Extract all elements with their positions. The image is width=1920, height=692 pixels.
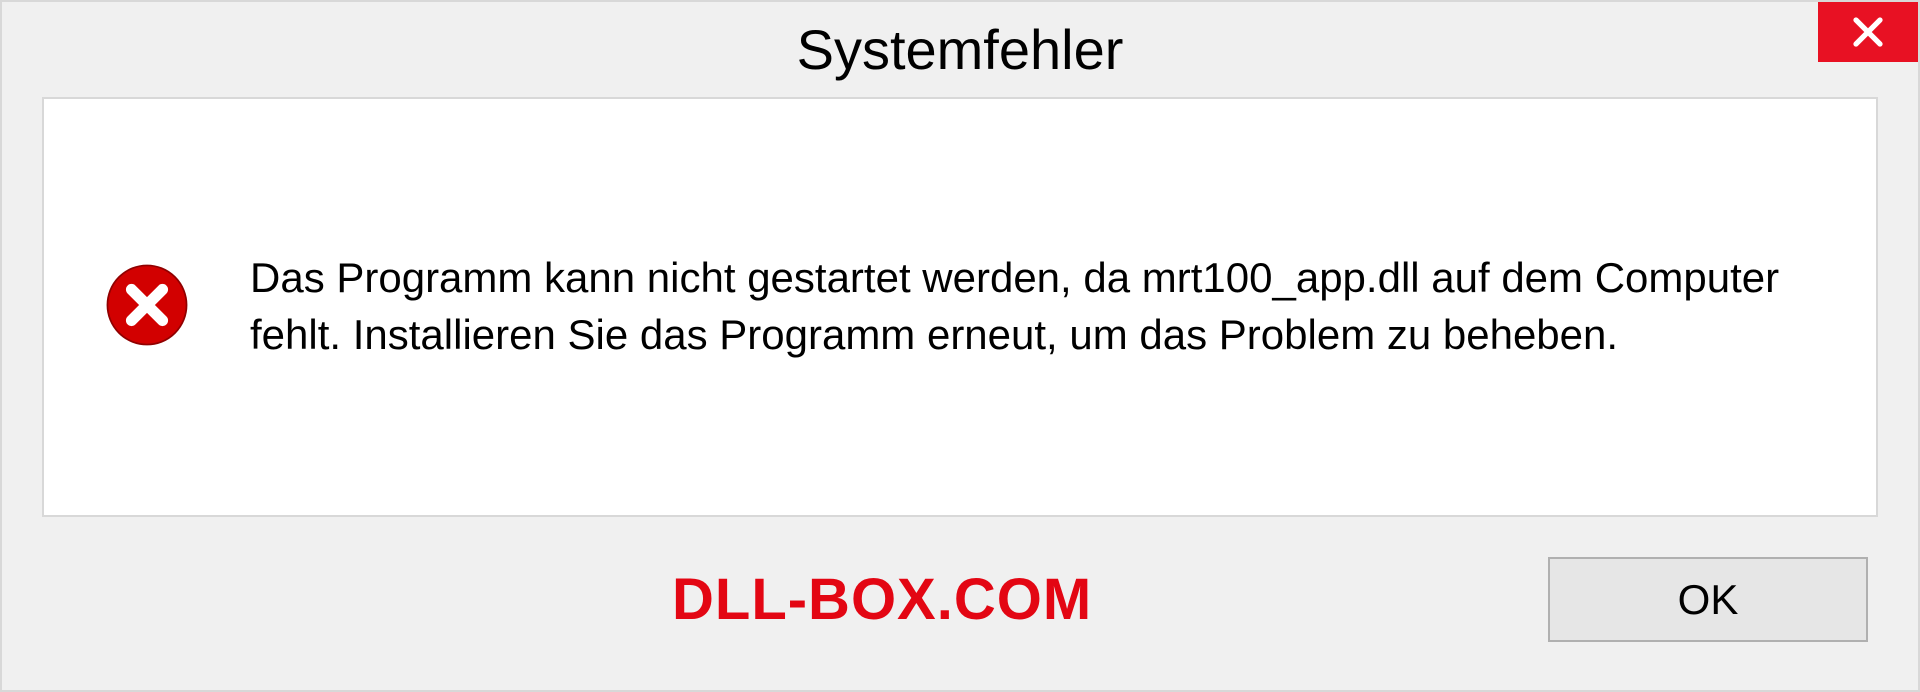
content-panel: Das Programm kann nicht gestartet werden… — [42, 97, 1878, 517]
error-message: Das Programm kann nicht gestartet werden… — [250, 250, 1816, 363]
titlebar: Systemfehler — [2, 2, 1918, 97]
error-dialog: Systemfehler Das Programm kann nicht ges… — [0, 0, 1920, 692]
watermark-text: DLL-BOX.COM — [672, 566, 1092, 633]
ok-button[interactable]: OK — [1548, 557, 1868, 642]
close-button[interactable] — [1818, 2, 1918, 62]
dialog-title: Systemfehler — [797, 17, 1124, 82]
error-icon — [104, 262, 190, 353]
dialog-footer: DLL-BOX.COM OK — [2, 517, 1918, 682]
close-icon — [1850, 14, 1886, 50]
